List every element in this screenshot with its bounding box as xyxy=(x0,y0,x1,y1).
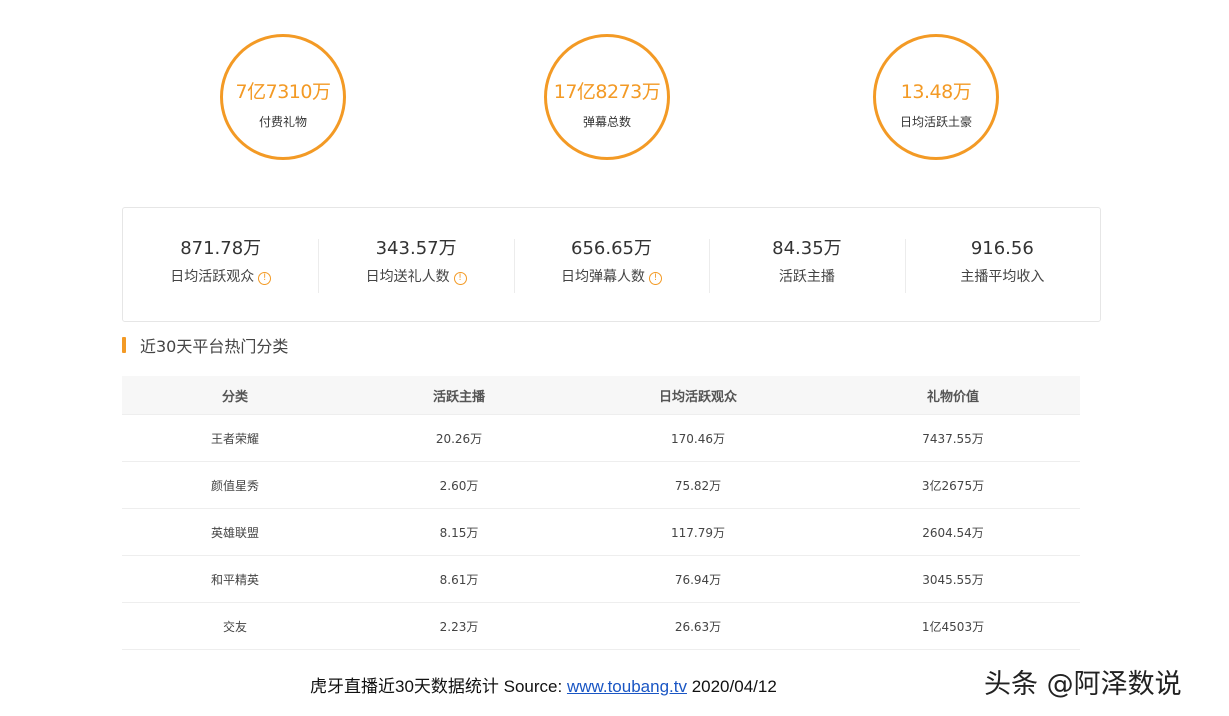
stats-panel: 871.78万 日均活跃观众! 343.57万 日均送礼人数! 656.65万 … xyxy=(122,207,1101,322)
stat-active-streamers: 84.35万 活跃主播 xyxy=(709,237,904,293)
table-row: 英雄联盟 8.15万 117.79万 2604.54万 xyxy=(122,508,1080,555)
stat-streamer-average-income: 916.56 主播平均收入 xyxy=(904,237,1100,293)
table-row: 和平精英 8.61万 76.94万 3045.55万 xyxy=(122,555,1080,602)
paid-gifts-circle: 7亿7310万 付费礼物 xyxy=(220,34,346,160)
circle-value: 17亿8273万 xyxy=(553,81,661,103)
table-cell: 20.26万 xyxy=(435,431,483,446)
stat-label: 主播平均收入 xyxy=(960,268,1045,285)
stat-label: 日均活跃观众 xyxy=(170,268,255,285)
table-header-cell: 礼物价值 xyxy=(926,389,979,405)
table-cell: 26.63万 xyxy=(674,619,722,634)
stat-value: 916.56 xyxy=(970,237,1034,259)
table-header-cell: 分类 xyxy=(221,389,248,405)
table-header: 分类 活跃主播 日均活跃观众 礼物价值 xyxy=(122,376,1080,414)
info-circle-icon[interactable]: ! xyxy=(258,271,272,285)
caption-date: 2020/04/12 xyxy=(686,677,777,696)
table-cell: 2604.54万 xyxy=(922,525,984,540)
table-cell: 75.82万 xyxy=(674,478,722,493)
circle-value: 7亿7310万 xyxy=(235,81,331,103)
table-cell: 英雄联盟 xyxy=(210,525,259,540)
hot-categories-table: 分类 活跃主播 日均活跃观众 礼物价值 王者荣耀 20.26万 170.46万 … xyxy=(122,376,1080,650)
stat-value: 656.65万 xyxy=(571,237,652,259)
stat-label: 日均弹幕人数 xyxy=(561,268,646,285)
table-row: 王者荣耀 20.26万 170.46万 7437.55万 xyxy=(122,414,1080,461)
section-title: 近30天平台热门分类 xyxy=(140,337,289,356)
table-cell: 1亿4503万 xyxy=(921,619,985,634)
stat-label: 活跃主播 xyxy=(778,268,835,285)
table-cell: 76.94万 xyxy=(674,572,722,587)
daily-active-big-spenders-circle: 13.48万 日均活跃土豪 xyxy=(873,34,999,160)
table-cell: 交友 xyxy=(222,619,247,634)
section-heading: 近30天平台热门分类 xyxy=(122,334,288,356)
table-cell: 和平精英 xyxy=(210,572,259,587)
stat-daily-danmaku-senders: 656.65万 日均弹幕人数! xyxy=(513,237,709,293)
table-row: 交友 2.23万 26.63万 1亿4503万 xyxy=(122,602,1080,650)
watermark: 头条 @阿泽数说 xyxy=(984,669,1182,700)
circle-label: 日均活跃土豪 xyxy=(899,115,972,129)
stat-value: 871.78万 xyxy=(180,237,262,259)
circle-value: 13.48万 xyxy=(900,81,972,103)
stat-label: 日均送礼人数 xyxy=(365,268,450,285)
page: 7亿7310万 付费礼物 17亿8273万 弹幕总数 13.48万 日均活跃土豪… xyxy=(0,0,1229,716)
circle-label: 付费礼物 xyxy=(258,115,307,129)
stat-daily-active-viewers: 871.78万 日均活跃观众! xyxy=(123,237,318,293)
table-cell: 170.46万 xyxy=(671,431,725,446)
table-cell: 8.15万 xyxy=(439,525,479,540)
table-cell: 2.23万 xyxy=(439,619,479,634)
stat-value: 343.57万 xyxy=(375,237,457,259)
stat-label-row: 日均送礼人数! xyxy=(318,267,513,287)
stat-value: 84.35万 xyxy=(772,237,842,259)
info-circle-icon[interactable]: ! xyxy=(649,271,663,285)
stat-label-row: 日均活跃观众! xyxy=(123,267,318,287)
stat-label-row: 活跃主播 xyxy=(709,267,904,287)
source-caption: 虎牙直播近30天数据统计 Source: www.toubang.tv 2020… xyxy=(310,672,777,697)
caption-prefix: 虎牙直播近30天数据统计 Source: xyxy=(310,677,567,696)
stat-label-row: 日均弹幕人数! xyxy=(514,267,709,287)
table-cell: 117.79万 xyxy=(671,525,725,540)
info-circle-icon[interactable]: ! xyxy=(453,271,467,285)
table-header-cell: 活跃主播 xyxy=(432,389,485,405)
table-header-cell: 日均活跃观众 xyxy=(658,389,737,405)
danmaku-total-circle: 17亿8273万 弹幕总数 xyxy=(544,34,670,160)
circle-label: 弹幕总数 xyxy=(582,115,631,129)
table-cell: 王者荣耀 xyxy=(210,431,259,446)
table-cell: 3045.55万 xyxy=(922,572,984,587)
section-accent-bar xyxy=(122,337,126,353)
table-cell: 2.60万 xyxy=(439,478,479,493)
table-row: 颜值星秀 2.60万 75.82万 3亿2675万 xyxy=(122,461,1080,508)
table-cell: 8.61万 xyxy=(439,572,479,587)
table-cell: 颜值星秀 xyxy=(210,478,259,493)
stat-daily-gift-senders: 343.57万 日均送礼人数! xyxy=(318,237,513,293)
table-cell: 3亿2675万 xyxy=(921,478,985,493)
stat-label-row: 主播平均收入 xyxy=(905,267,1100,287)
source-link[interactable]: www.toubang.tv xyxy=(567,677,687,696)
table-cell: 7437.55万 xyxy=(922,431,984,446)
